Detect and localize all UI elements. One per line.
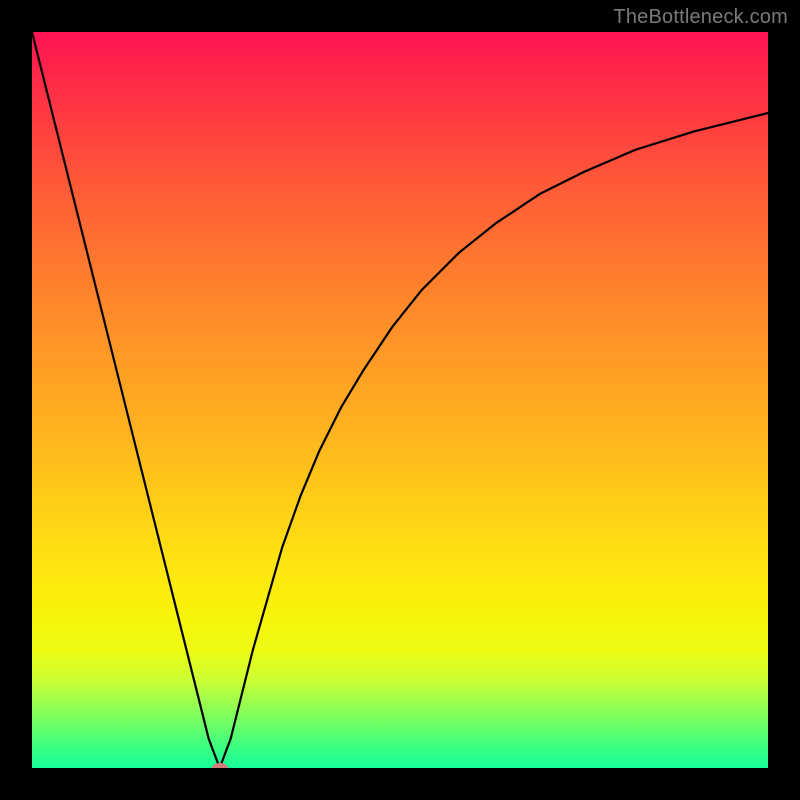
chart-frame: TheBottleneck.com <box>0 0 800 800</box>
optimum-marker <box>212 763 228 768</box>
curve-layer <box>32 32 768 768</box>
plot-area <box>32 32 768 768</box>
watermark-text: TheBottleneck.com <box>613 6 788 29</box>
bottleneck-curve-path <box>32 32 768 768</box>
